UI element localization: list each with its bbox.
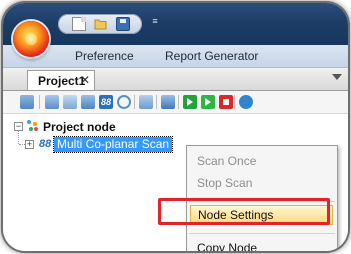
project-tree-icon[interactable]: [20, 95, 34, 109]
toolbar-separator: [39, 95, 40, 109]
title-bar: ≡: [3, 3, 348, 45]
qat-customize-icon[interactable]: ≡: [150, 15, 160, 27]
menu-item-scan-once[interactable]: Scan Once: [187, 151, 337, 171]
app-menu-button[interactable]: [13, 21, 49, 57]
menu-separator: [189, 233, 335, 234]
menu-item-label: Stop Scan: [197, 176, 253, 190]
new-file-icon[interactable]: [72, 17, 86, 31]
menu-item-label: Copy Node: [197, 241, 258, 251]
ribbon-tabs: Preference Report Generator: [3, 45, 348, 68]
chevron-down-icon[interactable]: [332, 74, 342, 80]
signal-icon[interactable]: [63, 95, 77, 109]
refresh-icon[interactable]: [239, 95, 253, 109]
open-folder-icon[interactable]: [94, 17, 108, 31]
waveform-icon[interactable]: [45, 95, 59, 109]
highlight-annotation: [158, 198, 330, 225]
scan-node-icon[interactable]: 88: [99, 95, 113, 109]
tree-line: [18, 131, 19, 144]
toolbar-separator: [234, 95, 235, 109]
menu-preference[interactable]: Preference: [75, 49, 134, 63]
scan-node-icon: 88: [39, 138, 52, 150]
menu-item-stop-scan[interactable]: Stop Scan: [187, 173, 337, 193]
play-continuous-icon[interactable]: [201, 95, 215, 109]
tree-item-project-node[interactable]: Project node: [43, 120, 116, 134]
quick-access-toolbar: [58, 14, 142, 34]
tab-label: Project1: [38, 74, 86, 88]
play-icon[interactable]: [183, 95, 197, 109]
menu-report-generator[interactable]: Report Generator: [165, 49, 258, 63]
toolbar-separator: [156, 95, 157, 109]
stop-icon[interactable]: [219, 95, 233, 109]
device-icon[interactable]: [81, 95, 95, 109]
menu-item-copy-node[interactable]: Copy Node: [187, 238, 337, 251]
close-icon[interactable]: ✕: [80, 73, 90, 87]
toolbar-separator: [178, 95, 179, 109]
toolbar: 88: [3, 91, 348, 114]
target-icon[interactable]: [117, 95, 131, 109]
document-tab-strip: Project1 ✕: [3, 68, 348, 91]
single-step-icon[interactable]: [161, 95, 175, 109]
save-icon[interactable]: [116, 17, 130, 31]
settings-s-icon[interactable]: [139, 95, 153, 109]
menu-item-label: Scan Once: [197, 154, 257, 168]
app-window: ≡ Preference Report Generator Project1 ✕…: [3, 3, 348, 251]
expand-node-icon[interactable]: +: [25, 140, 34, 149]
project-node-icon: [27, 120, 39, 132]
tab-project1[interactable]: Project1 ✕: [27, 70, 95, 90]
collapse-root-icon[interactable]: −: [14, 122, 23, 131]
tree-item-multi-coplanar-scan[interactable]: Multi Co-planar Scan: [52, 136, 174, 153]
toolbar-separator: [134, 95, 135, 109]
